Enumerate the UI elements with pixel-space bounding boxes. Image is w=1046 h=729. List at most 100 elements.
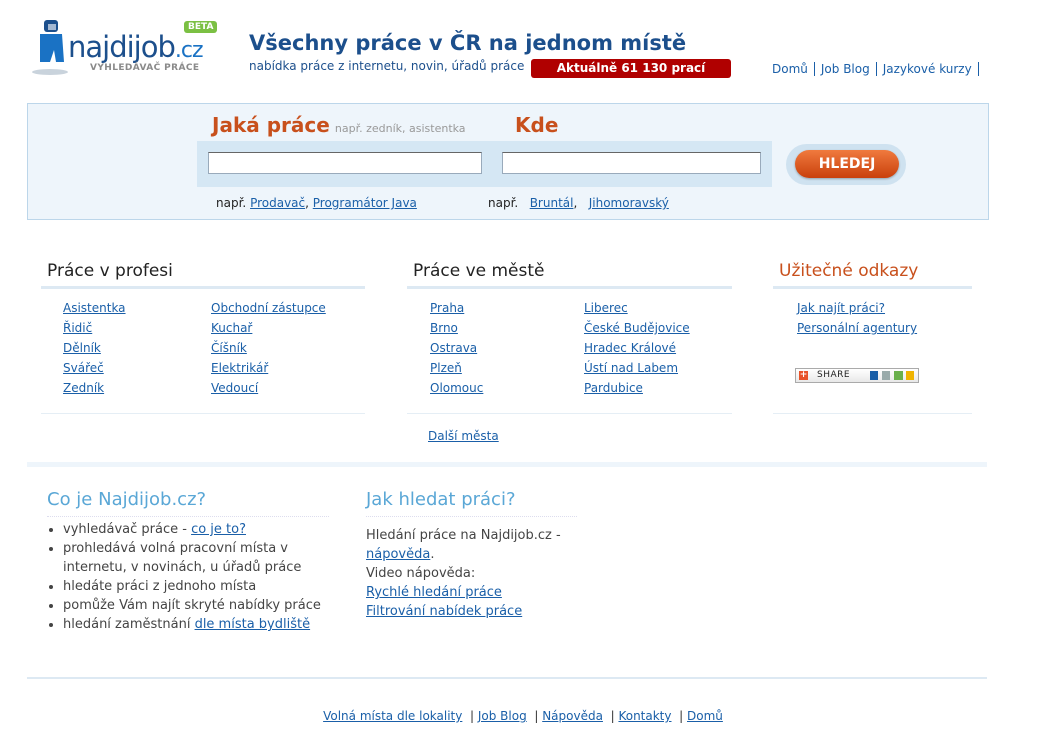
search-button[interactable]: HLEDEJ bbox=[795, 150, 899, 178]
help-link[interactable]: nápověda bbox=[366, 547, 430, 562]
what-examples-prefix: např. bbox=[216, 196, 247, 210]
footer-nav: Volná místa dle lokality | Job Blog | Ná… bbox=[323, 709, 723, 723]
city-link[interactable]: Plzeň bbox=[430, 361, 462, 375]
logo-tagline: VYHLEDÁVAČ PRÁCE bbox=[90, 63, 200, 73]
logo-domain: .cz bbox=[174, 38, 204, 63]
city-link[interactable]: Ústí nad Labem bbox=[584, 361, 678, 375]
what-input[interactable] bbox=[208, 152, 482, 174]
footer-link-home[interactable]: Domů bbox=[687, 709, 723, 723]
share-services-icon bbox=[894, 371, 903, 380]
profese-divider bbox=[41, 413, 365, 414]
share-services-icon bbox=[882, 371, 890, 380]
section-separator bbox=[27, 462, 987, 467]
about-item-text: hledáte práci z jednoho místa bbox=[63, 579, 257, 594]
profese-link[interactable]: Zedník bbox=[63, 381, 104, 395]
share-services-icon bbox=[870, 371, 878, 380]
job-count-badge: Aktuálně 61 130 prací bbox=[531, 59, 731, 78]
logo-wordmark: najdijob.cz bbox=[68, 30, 204, 64]
footer-link-contacts[interactable]: Kontakty bbox=[618, 709, 671, 723]
share-services-icon bbox=[906, 371, 914, 380]
city-link[interactable]: Pardubice bbox=[584, 381, 643, 395]
beta-badge: BETA bbox=[184, 21, 218, 33]
city-link[interactable]: Ostrava bbox=[430, 341, 477, 355]
site-subline: nabídka práce z internetu, novin, úřadů … bbox=[249, 59, 525, 73]
profese-link[interactable]: Dělník bbox=[63, 341, 101, 355]
search-button-frame: HLEDEJ bbox=[786, 144, 906, 185]
city-link[interactable]: Hradec Králové bbox=[584, 341, 676, 355]
about-item-text: hledání zaměstnání bbox=[63, 617, 195, 632]
city-link[interactable]: České Budějovice bbox=[584, 321, 690, 335]
video-link-filtering[interactable]: Filtrování nabídek práce bbox=[366, 604, 522, 619]
help-period: . bbox=[430, 547, 435, 562]
what-hint: např. zedník, asistentka bbox=[334, 122, 466, 135]
what-label: Jaká práce bbox=[212, 113, 330, 137]
nav-home-link[interactable]: Domů bbox=[772, 62, 815, 76]
about-title: Co je Najdijob.cz? bbox=[47, 489, 329, 517]
profese-list-2: Obchodní zástupce Kuchař Číšník Elektrik… bbox=[211, 298, 326, 398]
howto-body: Hledání práce na Najdijob.cz - nápověda.… bbox=[366, 526, 581, 621]
what-is-it-link[interactable]: co je to? bbox=[191, 522, 246, 537]
about-list: vyhledávač práce - co je to? prohledává … bbox=[47, 520, 327, 634]
example-link-jihomoravsky[interactable]: Jihomoravský bbox=[589, 196, 669, 210]
profese-link[interactable]: Asistentka bbox=[63, 301, 126, 315]
logo-figure-icon bbox=[32, 20, 68, 75]
about-item: pomůže Vám najít skryté nabídky práce bbox=[63, 596, 327, 615]
about-item-text: vyhledávač práce - bbox=[63, 522, 192, 537]
example-link-bruntal[interactable]: Bruntál bbox=[530, 196, 574, 210]
share-button[interactable]: + SHARE bbox=[795, 368, 919, 383]
city-link[interactable]: Brno bbox=[430, 321, 458, 335]
video-help-label: Video nápověda: bbox=[366, 566, 476, 581]
footer-link-job-blog[interactable]: Job Blog bbox=[478, 709, 527, 723]
profese-list-1: Asistentka Řidič Dělník Svářeč Zedník bbox=[63, 298, 126, 398]
profese-link[interactable]: Vedoucí bbox=[211, 381, 258, 395]
odkazy-list: Jak najít práci? Personální agentury bbox=[797, 298, 917, 338]
example-link-prodavac[interactable]: Prodavač bbox=[250, 196, 305, 210]
where-label: Kde bbox=[515, 113, 559, 137]
profese-link[interactable]: Svářeč bbox=[63, 361, 104, 375]
useful-link-how-to-find-job[interactable]: Jak najít práci? bbox=[797, 301, 885, 315]
logo-name: najdijob bbox=[68, 30, 176, 64]
profese-link[interactable]: Číšník bbox=[211, 341, 247, 355]
example-link-programator-java[interactable]: Programátor Java bbox=[313, 196, 417, 210]
share-plus-icon: + bbox=[799, 370, 808, 380]
howto-line: Hledání práce na Najdijob.cz - bbox=[366, 528, 561, 543]
profese-link[interactable]: Elektrikář bbox=[211, 361, 268, 375]
what-label-group: Jaká práce např. zedník, asistentka bbox=[212, 113, 466, 137]
nav-job-blog-link[interactable]: Job Blog bbox=[820, 62, 877, 76]
odkazy-title: Užitečné odkazy bbox=[773, 261, 972, 289]
city-link[interactable]: Liberec bbox=[584, 301, 628, 315]
where-examples: např. Bruntál, Jihomoravský bbox=[488, 196, 669, 210]
profese-link[interactable]: Kuchař bbox=[211, 321, 252, 335]
where-input[interactable] bbox=[502, 152, 761, 174]
by-residence-link[interactable]: dle místa bydliště bbox=[195, 617, 311, 632]
video-link-quick-search[interactable]: Rychlé hledání práce bbox=[366, 585, 502, 600]
howto-title: Jak hledat práci? bbox=[366, 489, 577, 517]
more-cities-link[interactable]: Další města bbox=[428, 429, 499, 443]
where-examples-prefix: např. bbox=[488, 196, 519, 210]
what-examples: např. Prodavač, Programátor Java bbox=[216, 196, 417, 210]
about-item-text: prohledává volná pracovní místa v intern… bbox=[63, 541, 302, 575]
footer-link-locations[interactable]: Volná místa dle lokality bbox=[323, 709, 462, 723]
city-link[interactable]: Praha bbox=[430, 301, 464, 315]
about-item-text: pomůže Vám najít skryté nabídky práce bbox=[63, 598, 321, 613]
useful-link-agencies[interactable]: Personální agentury bbox=[797, 321, 917, 335]
about-item: prohledává volná pracovní místa v intern… bbox=[63, 539, 327, 577]
site-headline: Všechny práce v ČR na jednom místě bbox=[249, 31, 687, 55]
city-link[interactable]: Olomouc bbox=[430, 381, 483, 395]
about-item: hledání zaměstnání dle místa bydliště bbox=[63, 615, 327, 634]
odkazy-divider bbox=[773, 413, 972, 414]
mesta-list-2: Liberec České Budějovice Hradec Králové … bbox=[584, 298, 690, 398]
mesta-title: Práce ve městě bbox=[407, 261, 732, 289]
profese-link[interactable]: Řidič bbox=[63, 321, 92, 335]
mesta-list-1: Praha Brno Ostrava Plzeň Olomouc bbox=[430, 298, 483, 398]
footer-separator bbox=[27, 677, 987, 679]
more-cities: Další města bbox=[428, 426, 499, 446]
share-label: SHARE bbox=[817, 370, 851, 380]
about-item: vyhledávač práce - co je to? bbox=[63, 520, 327, 539]
profese-link[interactable]: Obchodní zástupce bbox=[211, 301, 326, 315]
profese-title: Práce v profesi bbox=[41, 261, 365, 289]
nav-language-courses-link[interactable]: Jazykové kurzy bbox=[882, 62, 979, 76]
mesta-divider bbox=[407, 413, 732, 414]
footer-link-help[interactable]: Nápověda bbox=[542, 709, 603, 723]
site-logo[interactable]: najdijob.cz BETA VYHLEDÁVAČ PRÁCE bbox=[30, 16, 225, 78]
